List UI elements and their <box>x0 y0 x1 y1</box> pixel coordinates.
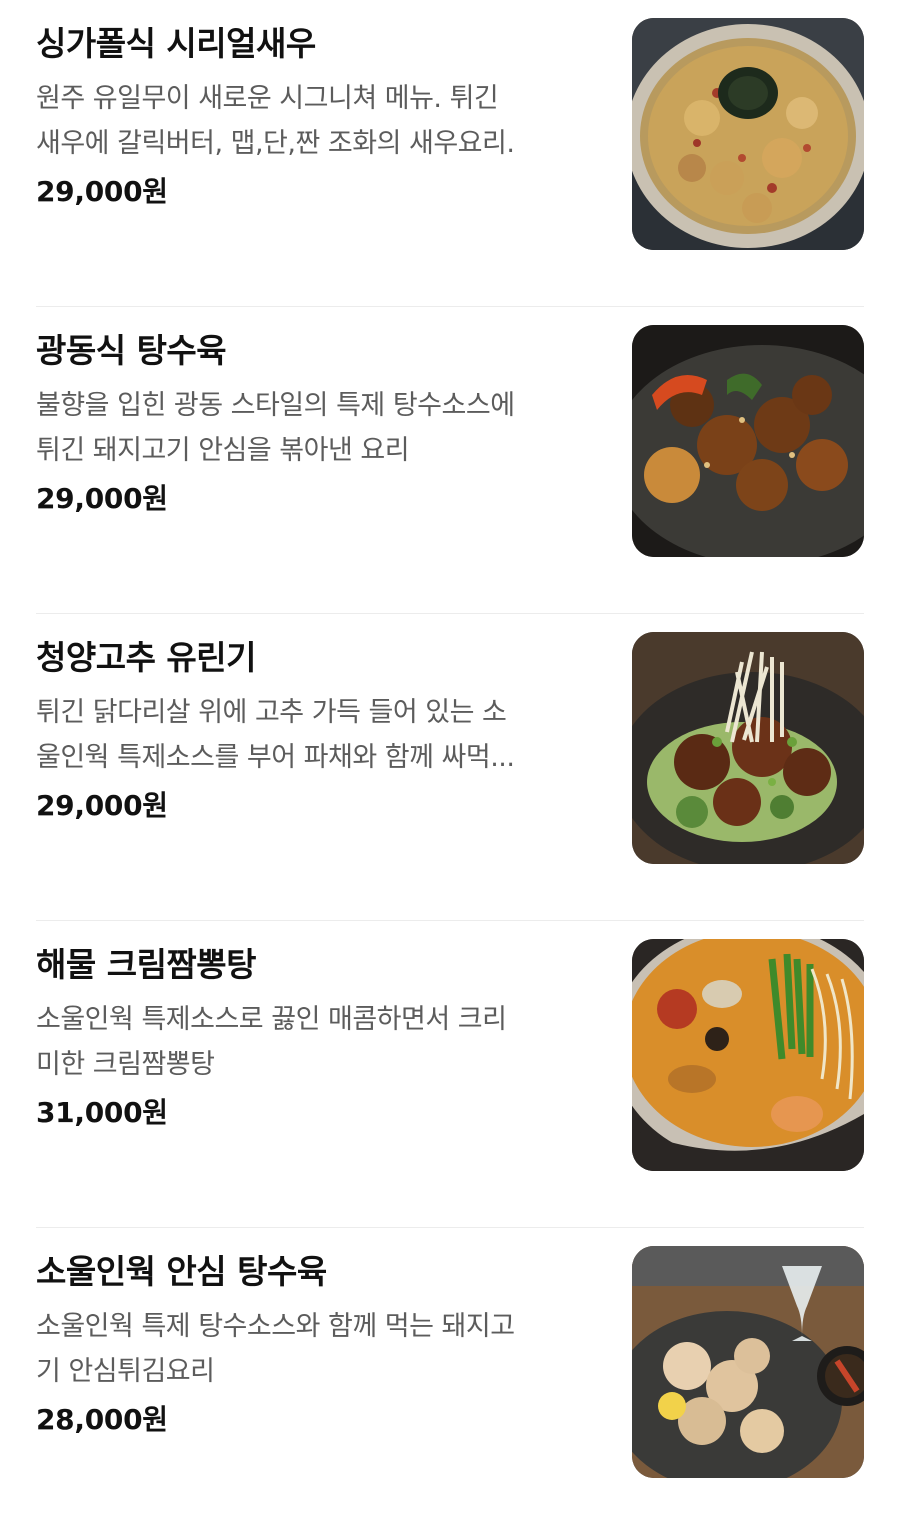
menu-item-price: 29,000원 <box>36 175 168 208</box>
menu-item-photo[interactable] <box>632 632 864 864</box>
menu-item-text: 싱가폴식 시리얼새우 원주 유일무이 새로운 시그니쳐 메뉴. 튀긴 새우에 갈… <box>36 22 596 212</box>
menu-item-photo[interactable] <box>632 325 864 557</box>
menu-item-seafood-cream-jjamppong[interactable]: 해물 크림짬뽕탕 소울인웍 특제소스로 끓인 매콤하면서 크리 미한 크림짬뽕탕… <box>36 921 864 1228</box>
menu-item-photo[interactable] <box>632 18 864 250</box>
menu-item-price: 29,000원 <box>36 482 168 515</box>
menu-item-text: 해물 크림짬뽕탕 소울인웍 특제소스로 끓인 매콤하면서 크리 미한 크림짬뽕탕… <box>36 943 596 1133</box>
description-line: 기 안심튀김요리 <box>36 1356 215 1387</box>
cereal-shrimp-photo <box>632 18 864 250</box>
chili-yuringi-photo <box>632 632 864 864</box>
menu-item-cereal-shrimp[interactable]: 싱가폴식 시리얼새우 원주 유일무이 새로운 시그니쳐 메뉴. 튀긴 새우에 갈… <box>36 0 864 307</box>
menu-item-name: 광동식 탕수육 <box>36 331 227 370</box>
menu-item-description: 소울인웍 특제 탕수소스와 함께 먹는 돼지고 기 안심튀김요리 <box>36 1304 592 1394</box>
description-line: 소울인웍 특제소스로 끓인 매콤하면서 크리 <box>36 1004 507 1035</box>
menu-list: 싱가폴식 시리얼새우 원주 유일무이 새로운 시그니쳐 메뉴. 튀긴 새우에 갈… <box>0 0 900 1521</box>
menu-item-chili-yuringi[interactable]: 청양고추 유린기 튀긴 닭다리살 위에 고추 가득 들어 있는 소 울인웍 특제… <box>36 614 864 921</box>
menu-item-name: 청양고추 유린기 <box>36 638 257 677</box>
description-line: 불향을 입힌 광동 스타일의 특제 탕수소스에 <box>36 390 515 421</box>
menu-item-name: 소울인웍 안심 탕수육 <box>36 1252 327 1291</box>
description-line: 튀긴 닭다리살 위에 고추 가득 들어 있는 소 <box>36 697 507 728</box>
menu-item-description: 소울인웍 특제소스로 끓인 매콤하면서 크리 미한 크림짬뽕탕 <box>36 997 592 1087</box>
menu-item-name: 싱가폴식 시리얼새우 <box>36 24 316 63</box>
menu-item-price: 31,000원 <box>36 1096 168 1129</box>
cantonese-sweet-sour-pork-photo <box>632 325 864 557</box>
description-line: 소울인웍 특제 탕수소스와 함께 먹는 돼지고 <box>36 1311 515 1342</box>
description-line: 새우에 갈릭버터, 맵,단,짠 조화의 새우요리. <box>36 128 515 159</box>
menu-item-description: 원주 유일무이 새로운 시그니쳐 메뉴. 튀긴 새우에 갈릭버터, 맵,단,짠 … <box>36 76 592 166</box>
description-line: 튀긴 돼지고기 안심을 볶아낸 요리 <box>36 435 410 466</box>
tenderloin-sweet-sour-pork-photo <box>632 1246 864 1478</box>
menu-item-description: 튀긴 닭다리살 위에 고추 가득 들어 있는 소 울인웍 특제소스를 부어 파채… <box>36 690 592 780</box>
menu-item-text: 청양고추 유린기 튀긴 닭다리살 위에 고추 가득 들어 있는 소 울인웍 특제… <box>36 636 596 826</box>
menu-item-photo[interactable] <box>632 939 864 1171</box>
menu-item-tenderloin-sweet-sour-pork[interactable]: 소울인웍 안심 탕수육 소울인웍 특제 탕수소스와 함께 먹는 돼지고 기 안심… <box>36 1228 864 1521</box>
description-line: 울인웍 특제소스를 부어 파채와 함께 싸먹... <box>36 742 515 773</box>
description-line: 원주 유일무이 새로운 시그니쳐 메뉴. 튀긴 <box>36 83 499 114</box>
menu-item-cantonese-sweet-sour-pork[interactable]: 광동식 탕수육 불향을 입힌 광동 스타일의 특제 탕수소스에 튀긴 돼지고기 … <box>36 307 864 614</box>
menu-item-description: 불향을 입힌 광동 스타일의 특제 탕수소스에 튀긴 돼지고기 안심을 볶아낸 … <box>36 383 592 473</box>
menu-item-text: 소울인웍 안심 탕수육 소울인웍 특제 탕수소스와 함께 먹는 돼지고 기 안심… <box>36 1250 596 1440</box>
menu-item-price: 28,000원 <box>36 1403 168 1436</box>
menu-item-price: 29,000원 <box>36 789 168 822</box>
menu-item-name: 해물 크림짬뽕탕 <box>36 945 257 984</box>
seafood-cream-jjamppong-photo <box>632 939 864 1171</box>
menu-item-text: 광동식 탕수육 불향을 입힌 광동 스타일의 특제 탕수소스에 튀긴 돼지고기 … <box>36 329 596 519</box>
menu-item-photo[interactable] <box>632 1246 864 1478</box>
description-line: 미한 크림짬뽕탕 <box>36 1049 215 1080</box>
